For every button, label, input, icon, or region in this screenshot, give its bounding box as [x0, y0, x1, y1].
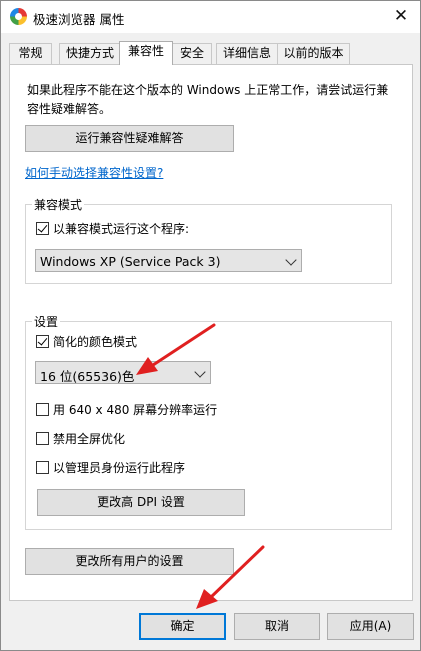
tab-previous-versions[interactable]: 以前的版本: [277, 43, 350, 64]
reduced-color-checkbox[interactable]: [36, 335, 49, 348]
change-all-users-button[interactable]: 更改所有用户的设置: [25, 548, 234, 575]
reduced-color-label: 简化的颜色模式: [53, 335, 138, 349]
compat-mode-group-label: 兼容模式: [32, 196, 85, 213]
window-title: 极速浏览器 属性: [33, 12, 125, 27]
browser-app-icon: [10, 8, 27, 25]
disable-fullscreen-label: 禁用全屏优化: [53, 432, 126, 446]
os-version-select[interactable]: Windows XP (Service Pack 3): [35, 249, 302, 272]
cancel-button[interactable]: 取消: [234, 613, 320, 640]
color-depth-select[interactable]: 16 位(65536)色: [35, 361, 211, 384]
run-troubleshooter-button[interactable]: 运行兼容性疑难解答: [25, 125, 234, 152]
chevron-down-icon: [194, 366, 206, 378]
tab-shortcut[interactable]: 快捷方式: [59, 43, 121, 64]
compat-mode-checkbox-label: 以兼容模式运行这个程序:: [53, 222, 190, 236]
res-640-checkbox[interactable]: [36, 403, 49, 416]
os-version-select-value: Windows XP (Service Pack 3): [40, 254, 221, 269]
title-bar[interactable]: 极速浏览器 属性 ✕: [1, 1, 420, 33]
properties-dialog: 极速浏览器 属性 ✕ 常规 快捷方式 兼容性 安全 详细信息 以前的版本 如果此…: [0, 0, 421, 651]
change-dpi-button[interactable]: 更改高 DPI 设置: [37, 489, 245, 516]
run-as-admin-label: 以管理员身份运行此程序: [53, 461, 186, 475]
tab-security[interactable]: 安全: [172, 43, 212, 64]
compat-mode-group: [25, 204, 392, 284]
ok-button[interactable]: 确定: [139, 613, 226, 640]
res-640-label: 用 640 x 480 屏幕分辨率运行: [53, 403, 218, 417]
disable-fullscreen-checkbox[interactable]: [36, 432, 49, 445]
tab-general[interactable]: 常规: [9, 43, 52, 64]
run-as-admin-checkbox[interactable]: [36, 461, 49, 474]
color-depth-select-value: 16 位(65536)色: [40, 369, 135, 384]
chevron-down-icon: [285, 254, 297, 266]
tab-strip: 常规 快捷方式 兼容性 安全 详细信息 以前的版本: [9, 41, 411, 65]
tab-details[interactable]: 详细信息: [216, 43, 278, 64]
settings-group-label: 设置: [32, 313, 61, 330]
intro-text: 如果此程序不能在这个版本的 Windows 上正常工作，请尝试运行兼 容性疑难解…: [27, 81, 397, 119]
close-icon[interactable]: ✕: [388, 5, 414, 29]
tab-compatibility[interactable]: 兼容性: [119, 41, 173, 65]
intro-line-2: 容性疑难解答。: [27, 102, 112, 116]
compat-mode-checkbox[interactable]: [36, 222, 49, 235]
manual-settings-link[interactable]: 如何手动选择兼容性设置?: [25, 164, 163, 181]
apply-button[interactable]: 应用(A): [327, 613, 414, 640]
intro-line-1: 如果此程序不能在这个版本的 Windows 上正常工作，请尝试运行兼: [27, 83, 389, 97]
